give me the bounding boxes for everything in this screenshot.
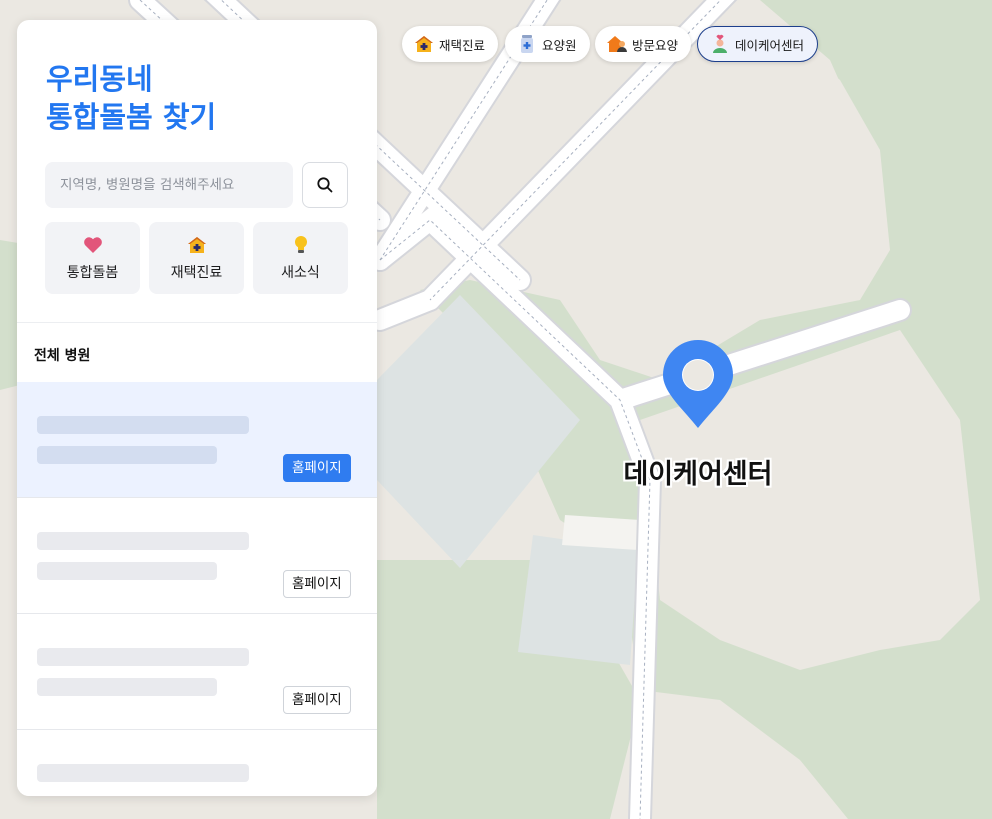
search-button[interactable] [302,162,348,208]
heart-icon [83,234,103,256]
filter-chip-home-visit[interactable]: 방문요양 [595,26,692,62]
map-marker[interactable] [662,340,734,430]
list-item[interactable]: 홈페이지 [17,382,377,498]
list-item[interactable]: 홈페이지 [17,498,377,614]
divider [17,322,377,323]
filter-chip-nursing-home[interactable]: 요양원 [505,26,590,62]
filter-chip-label: 재택진료 [439,37,486,53]
search-panel: 우리동네 통합돌봄 찾기 통합돌봄 재택진료 [17,20,377,796]
building [518,535,638,665]
daycare-person-icon [710,34,730,54]
filter-chip-home-care[interactable]: 재택진료 [402,26,499,62]
title-line-2: 통합돌봄 찾기 [46,100,217,134]
filter-chip-label: 데이케어센터 [735,37,805,53]
lightbulb-icon [293,234,309,256]
list-item[interactable]: 홈페이지 [17,614,377,730]
quick-link-home-care[interactable]: 재택진료 [149,222,244,294]
marker-label: 데이케어센터 [623,459,773,490]
quick-link-integrated-care[interactable]: 통합돌봄 [45,222,140,294]
medicine-bottle-icon [517,34,537,54]
quick-link-news[interactable]: 새소식 [253,222,348,294]
skeleton-line [37,532,249,550]
home-visit-icon [607,34,627,54]
homepage-button[interactable]: 홈페이지 [283,686,351,714]
search-input[interactable] [45,162,293,208]
building [562,515,640,550]
skeleton-line [37,562,217,580]
page-title: 우리동네 통합돌봄 찾기 [46,60,346,136]
list-title: 전체 병원 [34,348,91,364]
filter-chip-daycare[interactable]: 데이케어센터 [697,26,819,62]
title-line-1: 우리동네 [46,62,153,96]
homepage-button[interactable]: 홈페이지 [283,454,351,482]
skeleton-line [37,764,249,782]
house-medical-icon [414,34,434,54]
search-icon [317,177,333,193]
filter-chip-label: 요양원 [542,37,577,53]
house-medical-icon [187,234,207,256]
skeleton-line [37,416,249,434]
homepage-button[interactable]: 홈페이지 [283,570,351,598]
hospital-list: 홈페이지 홈페이지 홈페이지 [17,382,377,796]
skeleton-line [37,678,217,696]
filter-chip-label: 방문요양 [632,37,679,53]
skeleton-line [37,446,217,464]
quick-link-label: 재택진료 [170,265,223,281]
quick-link-label: 통합돌봄 [66,265,119,281]
quick-link-label: 새소식 [281,265,320,281]
list-item[interactable] [17,730,377,796]
skeleton-line [37,648,249,666]
